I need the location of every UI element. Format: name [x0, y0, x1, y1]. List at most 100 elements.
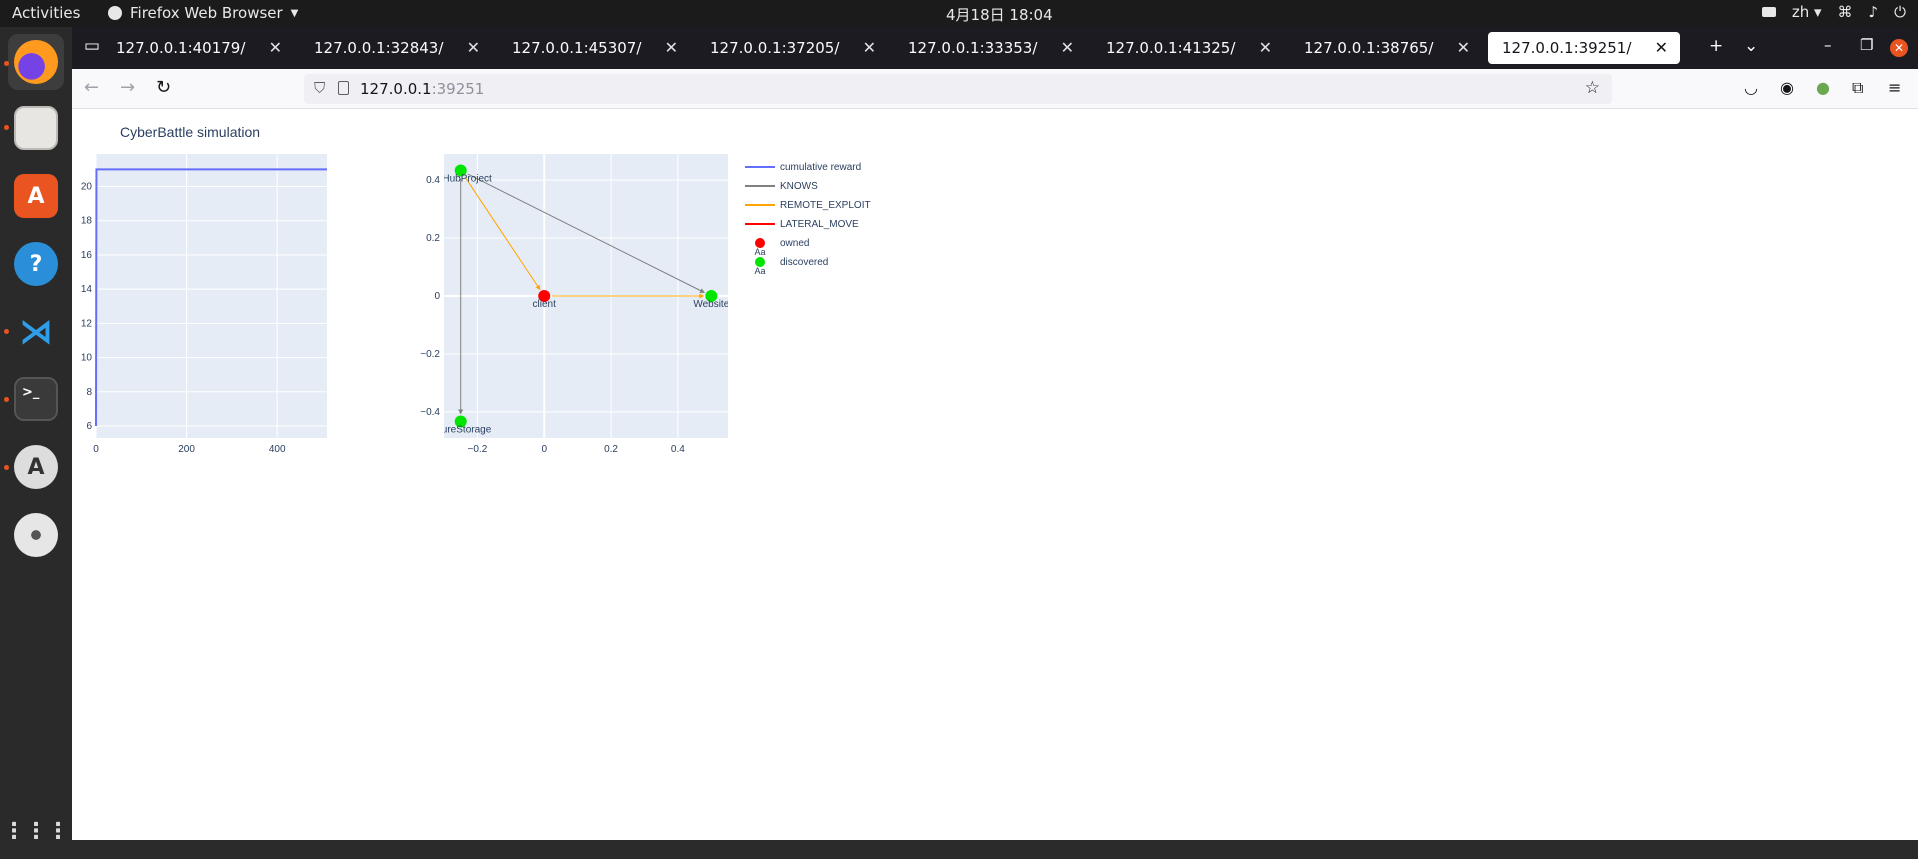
legend-marker-text: Aa — [754, 266, 765, 276]
x-tick-label: 0 — [541, 444, 547, 455]
legend-label: KNOWS — [780, 181, 818, 192]
dock-software-updater[interactable]: A — [8, 439, 64, 495]
tab-close-icon[interactable]: ✕ — [863, 38, 876, 57]
legend-label: cumulative reward — [780, 162, 861, 173]
app-menu-label: Firefox Web Browser — [130, 4, 283, 22]
shield-icon[interactable]: ⛉ — [314, 79, 325, 97]
input-method[interactable]: zh ▾ — [1792, 3, 1822, 21]
tab-label: 127.0.0.1:32843/ — [314, 39, 444, 57]
terminal-icon: >_ — [14, 377, 58, 421]
tab[interactable]: 127.0.0.1:33353/ ✕ — [894, 32, 1086, 64]
y-tick-label: 12 — [81, 318, 93, 329]
legend-marker-text: Aa — [754, 247, 765, 257]
dock-help[interactable]: ? — [8, 236, 64, 292]
x-tick-label: 0 — [93, 444, 99, 455]
navigation-toolbar: ← → ↻ ⛉ 127.0.0.1:39251 ☆ ◡ ◉ ● ⧉ ≡ — [72, 69, 1918, 109]
firefox-icon — [14, 40, 58, 84]
back-button[interactable]: ← — [84, 77, 99, 98]
close-window-button[interactable]: ✕ — [1890, 39, 1908, 57]
dock-app-center[interactable]: A — [8, 168, 64, 224]
y-tick-label: 20 — [81, 182, 93, 193]
reward-chart: 0 200 400 6 8 10 12 14 16 18 20 — [81, 154, 327, 455]
system-tray[interactable]: zh ▾ ⌘ ♪ ⏻ — [1761, 3, 1906, 21]
keyboard-icon[interactable] — [1761, 7, 1776, 17]
app-center-icon: A — [14, 174, 58, 218]
power-icon[interactable]: ⏻ — [1894, 3, 1906, 21]
x-tick-label: −0.2 — [468, 444, 488, 455]
y-tick-label: 18 — [81, 216, 93, 227]
y-tick-label: −0.2 — [420, 349, 440, 360]
y-tick-label: −0.4 — [420, 407, 440, 418]
extension-badge-icon[interactable]: ● — [1816, 78, 1830, 97]
tab-close-icon[interactable]: ✕ — [1061, 38, 1074, 57]
files-icon — [14, 106, 58, 150]
app-menu[interactable]: Firefox Web Browser ▼ — [108, 4, 298, 22]
legend: cumulative reward KNOWS REMOTE_EXPLOIT LATE… — [745, 162, 871, 276]
firefox-view-icon[interactable]: ▭ — [84, 36, 100, 56]
figure: 0 200 400 6 8 10 12 14 16 18 20 −0.2 0 0.2 0.4 0.4 0.2 0… — [81, 154, 871, 455]
y-tick-label: 10 — [81, 353, 93, 364]
dock-terminal[interactable]: >_ — [8, 371, 64, 427]
tab[interactable]: 127.0.0.1:32843/ ✕ — [300, 32, 492, 64]
y-tick-label: 8 — [86, 387, 92, 398]
tab[interactable]: 127.0.0.1:40179/ ✕ — [102, 32, 294, 64]
dock-firefox[interactable] — [8, 34, 64, 90]
tab[interactable]: 127.0.0.1:41325/ ✕ — [1092, 32, 1284, 64]
y-tick-label: 6 — [86, 421, 92, 432]
tab-label: 127.0.0.1:45307/ — [512, 39, 642, 57]
pocket-icon[interactable]: ◡ — [1744, 78, 1758, 97]
y-tick-label: 0 — [434, 291, 440, 302]
account-icon[interactable]: ◉ — [1780, 78, 1794, 97]
tab-close-icon[interactable]: ✕ — [665, 38, 678, 57]
extensions-icon[interactable]: ⧉ — [1852, 78, 1863, 98]
help-icon: ? — [14, 242, 58, 286]
tab[interactable]: 127.0.0.1:38765/ ✕ — [1290, 32, 1482, 64]
dock-dvd[interactable] — [8, 507, 64, 563]
tab[interactable]: 127.0.0.1:39251/ ✕ — [1488, 32, 1680, 64]
show-apps-icon: ⋮⋮⋮ — [3, 818, 69, 844]
tab-close-icon[interactable]: ✕ — [467, 38, 480, 57]
plot-area — [96, 154, 327, 438]
dock-show-apps[interactable]: ⋮⋮⋮ — [3, 803, 69, 859]
address-bar[interactable]: ⛉ 127.0.0.1:39251 ☆ — [304, 74, 1612, 104]
menu-icon[interactable]: ≡ — [1888, 78, 1901, 97]
dock-vscode[interactable]: ⋊ — [8, 304, 64, 360]
tab[interactable]: 127.0.0.1:45307/ ✕ — [498, 32, 690, 64]
new-tab-button[interactable]: + — [1709, 36, 1723, 56]
network-icon[interactable]: ⌘ — [1838, 3, 1853, 21]
chevron-down-icon: ▼ — [290, 7, 299, 19]
y-tick-label: 16 — [81, 250, 93, 261]
x-tick-label: 200 — [178, 444, 195, 455]
list-all-tabs-button[interactable]: ⌄ — [1744, 36, 1758, 56]
clock[interactable]: 4月18日 18:04 — [946, 4, 1053, 25]
software-updater-icon: A — [14, 445, 58, 489]
bookmark-star-icon[interactable]: ☆ — [1585, 78, 1600, 98]
tab-label: 127.0.0.1:38765/ — [1304, 39, 1434, 57]
tab-close-icon[interactable]: ✕ — [1457, 38, 1470, 57]
page-icon[interactable] — [338, 81, 349, 95]
reload-button[interactable]: ↻ — [156, 77, 171, 98]
dock-files[interactable] — [8, 100, 64, 156]
tab-strip: ▭ 127.0.0.1:40179/✕ 127.0.0.1:32843/✕ 127.… — [72, 27, 1918, 69]
forward-button[interactable]: → — [120, 77, 135, 98]
vscode-icon: ⋊ — [14, 310, 58, 354]
y-tick-label: 0.4 — [426, 175, 440, 186]
tab-close-icon[interactable]: ✕ — [1259, 38, 1272, 57]
firefox-window: ▭ 127.0.0.1:40179/✕ 127.0.0.1:32843/✕ 127.… — [72, 27, 1918, 840]
minimize-button[interactable]: – — [1824, 36, 1832, 54]
input-method-label: zh — [1791, 3, 1810, 21]
dvd-icon — [14, 513, 58, 557]
legend-label: owned — [780, 238, 809, 249]
x-tick-label: 0.2 — [604, 444, 618, 455]
running-indicator — [4, 465, 9, 470]
tab-close-icon[interactable]: ✕ — [269, 38, 282, 57]
tab[interactable]: 127.0.0.1:37205/ ✕ — [696, 32, 888, 64]
system-top-bar: Activities Firefox Web Browser ▼ 4月18日 1… — [0, 0, 1918, 27]
activities-button[interactable]: Activities — [12, 4, 80, 22]
maximize-button[interactable]: ❐ — [1860, 36, 1873, 54]
tab-label: 127.0.0.1:39251/ — [1502, 39, 1632, 57]
tab-close-icon[interactable]: ✕ — [1655, 38, 1668, 57]
running-indicator — [4, 61, 9, 66]
url-text[interactable]: 127.0.0.1:39251 — [360, 80, 484, 98]
volume-icon[interactable]: ♪ — [1869, 3, 1879, 21]
